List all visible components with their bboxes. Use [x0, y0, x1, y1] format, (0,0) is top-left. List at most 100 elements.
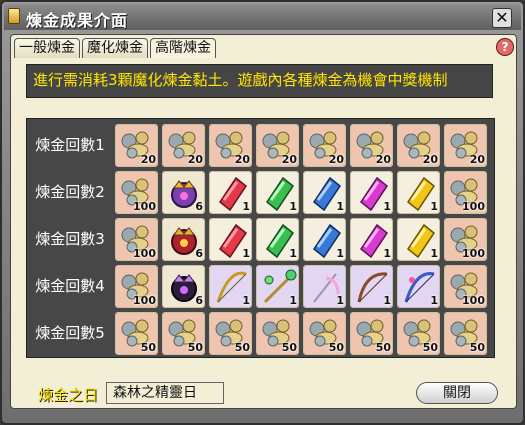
- item-count: 1: [383, 200, 391, 213]
- item-count: 20: [187, 153, 203, 166]
- item-count: 1: [242, 294, 250, 307]
- reward-slot[interactable]: 100: [444, 218, 487, 261]
- reward-row: 煉金回數2 100 6 1 1 1 1 1 100: [27, 170, 496, 218]
- item-count: 1: [242, 247, 250, 260]
- reward-slot[interactable]: 6: [162, 265, 205, 308]
- reward-slot[interactable]: 1: [256, 171, 299, 214]
- item-count: 50: [469, 341, 485, 354]
- item-count: 1: [289, 200, 297, 213]
- item-count: 100: [133, 294, 156, 307]
- item-count: 1: [289, 294, 297, 307]
- item-count: 100: [462, 247, 485, 260]
- reward-slot[interactable]: 20: [209, 124, 252, 167]
- item-count: 20: [234, 153, 250, 166]
- reward-row: 煉金回數5 50 50 50 50 50 50 50 50: [27, 311, 496, 359]
- reward-slot[interactable]: 6: [162, 218, 205, 261]
- item-count: 1: [430, 200, 438, 213]
- window-title: 煉金成果介面: [26, 11, 129, 30]
- reward-slot[interactable]: 20: [444, 124, 487, 167]
- reward-slot[interactable]: 20: [256, 124, 299, 167]
- reward-slot[interactable]: 1: [303, 265, 346, 308]
- item-count: 20: [469, 153, 485, 166]
- item-count: 50: [140, 341, 156, 354]
- reward-slot[interactable]: 1: [303, 218, 346, 261]
- item-count: 1: [336, 200, 344, 213]
- reward-row: 煉金回數4 100 6 1 1 1 1 1 100: [27, 264, 496, 312]
- reward-slot[interactable]: 1: [209, 218, 252, 261]
- window-icon: [8, 8, 20, 24]
- reward-slot[interactable]: 20: [303, 124, 346, 167]
- item-count: 6: [195, 294, 203, 307]
- item-count: 1: [336, 247, 344, 260]
- item-count: 20: [422, 153, 438, 166]
- close-icon[interactable]: ✕: [492, 8, 512, 28]
- reward-slot[interactable]: 1: [397, 265, 440, 308]
- reward-slot[interactable]: 1: [256, 265, 299, 308]
- reward-slot[interactable]: 50: [444, 312, 487, 355]
- item-count: 20: [281, 153, 297, 166]
- reward-slot[interactable]: 1: [397, 218, 440, 261]
- reward-slot[interactable]: 50: [256, 312, 299, 355]
- reward-slot[interactable]: 1: [303, 171, 346, 214]
- reward-slot[interactable]: 100: [444, 265, 487, 308]
- item-count: 50: [422, 341, 438, 354]
- row-label: 煉金回數3: [35, 230, 105, 248]
- reward-slot[interactable]: 50: [350, 312, 393, 355]
- reward-slot[interactable]: 20: [162, 124, 205, 167]
- row-label: 煉金回數4: [35, 277, 105, 295]
- item-count: 50: [281, 341, 297, 354]
- alchemy-day-label: 煉金之日: [38, 386, 99, 404]
- tab-advanced-alchemy[interactable]: 高階煉金: [150, 38, 216, 58]
- reward-slot[interactable]: 100: [115, 171, 158, 214]
- reward-slot[interactable]: 20: [115, 124, 158, 167]
- item-count: 1: [383, 294, 391, 307]
- item-count: 50: [375, 341, 391, 354]
- reward-row: 煉金回數1 20 20 20 20 20 20 20 20: [27, 123, 496, 171]
- reward-slot[interactable]: 100: [115, 218, 158, 261]
- item-count: 100: [462, 200, 485, 213]
- tab-normal-alchemy[interactable]: 一般煉金: [14, 38, 80, 58]
- item-count: 1: [289, 247, 297, 260]
- reward-slot[interactable]: 1: [350, 265, 393, 308]
- reward-slot[interactable]: 50: [115, 312, 158, 355]
- help-icon[interactable]: ?: [496, 38, 514, 56]
- reward-slot[interactable]: 100: [115, 265, 158, 308]
- item-count: 1: [430, 247, 438, 260]
- reward-slot[interactable]: 20: [397, 124, 440, 167]
- reward-grid: 煉金回數1 20 20 20 20 20 20 20 20 煉金回數2 100 6 1 1 1 1 1 100 煉金…: [26, 118, 495, 358]
- row-label: 煉金回數2: [35, 183, 105, 201]
- reward-slot[interactable]: 1: [350, 218, 393, 261]
- item-count: 20: [140, 153, 156, 166]
- item-count: 100: [133, 200, 156, 213]
- reward-slot[interactable]: 1: [209, 171, 252, 214]
- item-count: 100: [462, 294, 485, 307]
- reward-slot[interactable]: 1: [397, 171, 440, 214]
- item-count: 6: [195, 247, 203, 260]
- item-count: 6: [195, 200, 203, 213]
- item-count: 50: [234, 341, 250, 354]
- reward-slot[interactable]: 50: [397, 312, 440, 355]
- tab-magic-alchemy[interactable]: 魔化煉金: [82, 38, 148, 58]
- tab-bar: 一般煉金 魔化煉金 高階煉金: [14, 38, 216, 58]
- reward-slot[interactable]: 1: [209, 265, 252, 308]
- reward-row: 煉金回數3 100 6 1 1 1 1 1 100: [27, 217, 496, 265]
- title-bar[interactable]: 煉金成果介面 ✕: [4, 4, 521, 30]
- reward-slot[interactable]: 50: [303, 312, 346, 355]
- reward-slot[interactable]: 100: [444, 171, 487, 214]
- reward-slot[interactable]: 50: [162, 312, 205, 355]
- item-count: 1: [383, 247, 391, 260]
- close-button[interactable]: 關閉: [416, 382, 498, 404]
- item-count: 50: [187, 341, 203, 354]
- item-count: 1: [430, 294, 438, 307]
- row-label: 煉金回數5: [35, 324, 105, 342]
- reward-slot[interactable]: 1: [350, 171, 393, 214]
- reward-slot[interactable]: 50: [209, 312, 252, 355]
- reward-slot[interactable]: 1: [256, 218, 299, 261]
- item-count: 20: [375, 153, 391, 166]
- reward-slot[interactable]: 20: [350, 124, 393, 167]
- item-count: 20: [328, 153, 344, 166]
- reward-slot[interactable]: 6: [162, 171, 205, 214]
- item-count: 100: [133, 247, 156, 260]
- notice-text: 進行需消耗3顆魔化煉金黏土。遊戲內各種煉金為機會中獎機制: [26, 64, 493, 98]
- item-count: 1: [242, 200, 250, 213]
